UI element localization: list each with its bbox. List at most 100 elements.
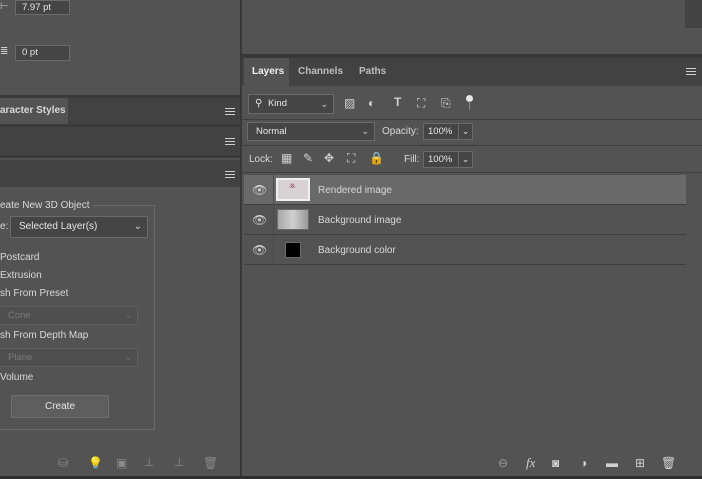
create-button[interactable]: Create xyxy=(11,395,109,418)
eye-icon[interactable]: 👁 xyxy=(252,243,267,257)
panel-menu-icon[interactable] xyxy=(225,138,235,145)
option-mesh-from-depth-map[interactable]: sh From Depth Map xyxy=(0,330,88,341)
panel-menu-icon[interactable] xyxy=(225,108,235,115)
row-divider xyxy=(273,175,274,205)
blend-mode-select[interactable]: Normal ⌄ xyxy=(247,122,375,141)
panel-menu-icon[interactable] xyxy=(686,68,696,75)
layers-tab-bar: Layers Channels Paths xyxy=(242,58,702,86)
move-down-icon[interactable]: ⊥ xyxy=(174,455,184,469)
layer-row-background-image[interactable]: 👁 Background image xyxy=(244,205,686,235)
lock-transparent-pixels-icon[interactable]: ▦ xyxy=(281,151,292,165)
row-separator xyxy=(242,145,702,146)
shape-filter-icon[interactable]: ⛶ xyxy=(417,96,425,111)
chevron-down-icon: ⌄ xyxy=(361,126,369,136)
tab-layers-label: Layers xyxy=(252,66,285,77)
fx-icon[interactable]: fx xyxy=(526,455,535,471)
adjustment-filter-icon[interactable]: ◐ xyxy=(368,96,375,110)
source-label: e: xyxy=(0,221,9,232)
lock-label: Lock: xyxy=(249,154,273,165)
3d-panel-header xyxy=(0,160,240,187)
lock-image-pixels-icon[interactable]: ✎ xyxy=(303,151,313,165)
character-styles-tab[interactable]: aracter Styles xyxy=(0,98,68,124)
tab-paths[interactable]: Paths xyxy=(352,58,392,86)
camera-icon[interactable]: ▣ xyxy=(116,456,127,470)
option-volume[interactable]: Volume xyxy=(0,372,33,383)
character-styles-header: aracter Styles xyxy=(0,98,240,124)
option-extrusion[interactable]: Extrusion xyxy=(0,270,42,281)
space-after-field[interactable]: 0 pt xyxy=(15,45,70,61)
eye-icon[interactable]: 👁 xyxy=(252,213,267,227)
chevron-down-icon: ⌄ xyxy=(461,126,470,136)
layer-thumbnail[interactable]: ꔛ xyxy=(276,178,310,201)
smart-object-filter-icon[interactable]: ⎘ xyxy=(441,96,451,111)
layer-row-background-color[interactable]: 👁 Background color xyxy=(244,235,686,265)
image-filter-icon[interactable]: ▨ xyxy=(344,96,355,110)
new-layer-icon[interactable]: ⊞ xyxy=(635,456,645,470)
thumbnail-mark: ꔛ xyxy=(289,183,296,190)
database-icon[interactable]: ⛁ xyxy=(58,456,68,470)
blend-mode-value: Normal xyxy=(256,126,287,137)
filter-toggle-stem xyxy=(469,101,470,110)
fill-label: Fill: xyxy=(404,154,420,165)
layer-row-rendered-image[interactable]: 👁 ꔛ Rendered image xyxy=(244,175,686,205)
lock-artboard-icon[interactable]: ⛶ xyxy=(347,151,355,166)
source-value: Selected Layer(s) xyxy=(19,221,98,232)
light-bulb-icon[interactable]: 💡 xyxy=(88,456,103,470)
chevron-down-icon: ⌄ xyxy=(124,352,132,362)
link-icon[interactable]: ⊖ xyxy=(498,456,508,470)
preset-value: Cone xyxy=(8,310,31,321)
depth-select[interactable]: Plane ⌄ xyxy=(0,348,138,367)
ground-icon[interactable]: ⊥ xyxy=(144,455,154,469)
indent-field[interactable]: 7.97 pt xyxy=(15,0,70,15)
fill-dropdown[interactable]: ⌄ xyxy=(458,151,473,168)
adjustment-icon[interactable]: ◑ xyxy=(580,456,587,470)
tab-channels-label: Channels xyxy=(298,66,344,77)
folder-icon[interactable]: ▬ xyxy=(606,456,618,470)
tab-channels[interactable]: Channels xyxy=(292,58,348,86)
row-separator xyxy=(242,119,702,120)
create-3d-object-label: eate New 3D Object xyxy=(0,200,93,211)
trash-icon[interactable]: 🗑 xyxy=(203,456,218,470)
layer-name[interactable]: Rendered image xyxy=(318,185,392,196)
scrollbar-thumb[interactable] xyxy=(685,0,702,28)
chevron-down-icon: ⌄ xyxy=(461,154,470,164)
space-after-icon: ≣ xyxy=(0,46,9,57)
type-filter-icon[interactable]: T xyxy=(394,95,401,109)
paragraph-section: ⊢ 7.97 pt ≣ 0 pt xyxy=(0,0,240,95)
option-postcard[interactable]: Postcard xyxy=(0,252,39,263)
panel-menu-icon[interactable] xyxy=(225,171,235,178)
lock-all-icon[interactable]: 🔒 xyxy=(369,151,384,165)
chevron-down-icon: ⌄ xyxy=(124,310,132,320)
collapsed-panel-header xyxy=(0,127,240,155)
layer-thumbnail[interactable] xyxy=(277,209,309,230)
layer-name[interactable]: Background image xyxy=(318,215,401,226)
option-mesh-from-preset[interactable]: sh From Preset xyxy=(0,288,68,299)
mask-icon[interactable]: ◙ xyxy=(552,456,559,470)
layer-name[interactable]: Background color xyxy=(318,245,396,256)
row-separator xyxy=(242,172,702,173)
layer-thumbnail[interactable] xyxy=(285,242,301,258)
preset-select[interactable]: Cone ⌄ xyxy=(0,306,138,325)
lock-position-icon[interactable]: ✥ xyxy=(324,151,334,165)
search-icon: ⚲ xyxy=(255,98,263,109)
layers-bottom-toolbar: ⊖ fx ◙ ◑ ▬ ⊞ 🗑 xyxy=(242,449,702,479)
tab-paths-label: Paths xyxy=(359,66,387,77)
chevron-down-icon: ⌄ xyxy=(320,99,328,109)
character-styles-tab-label: aracter Styles xyxy=(0,105,66,116)
depth-value: Plane xyxy=(8,352,33,363)
opacity-label: Opacity: xyxy=(382,126,419,137)
row-divider xyxy=(273,205,274,235)
filter-kind-select[interactable]: ⚲ Kind ⌄ xyxy=(248,94,334,114)
tab-layers[interactable]: Layers xyxy=(244,58,289,86)
source-select[interactable]: Selected Layer(s) ⌄ xyxy=(10,216,148,238)
opacity-dropdown[interactable]: ⌄ xyxy=(458,123,473,140)
left-bottom-toolbar: ⛁ 💡 ▣ ⊥ ⊥ 🗑 xyxy=(0,449,240,479)
chevron-down-icon: ⌄ xyxy=(133,221,142,232)
fill-field[interactable]: 100% xyxy=(423,151,459,168)
eye-icon[interactable]: 👁 xyxy=(252,183,267,197)
opacity-field[interactable]: 100% xyxy=(423,123,459,140)
left-panel: ⊢ 7.97 pt ≣ 0 pt aracter Styles eate New… xyxy=(0,0,240,479)
filter-kind-value: Kind xyxy=(267,98,287,109)
trash-icon[interactable]: 🗑 xyxy=(661,456,676,470)
row-divider xyxy=(273,235,274,265)
